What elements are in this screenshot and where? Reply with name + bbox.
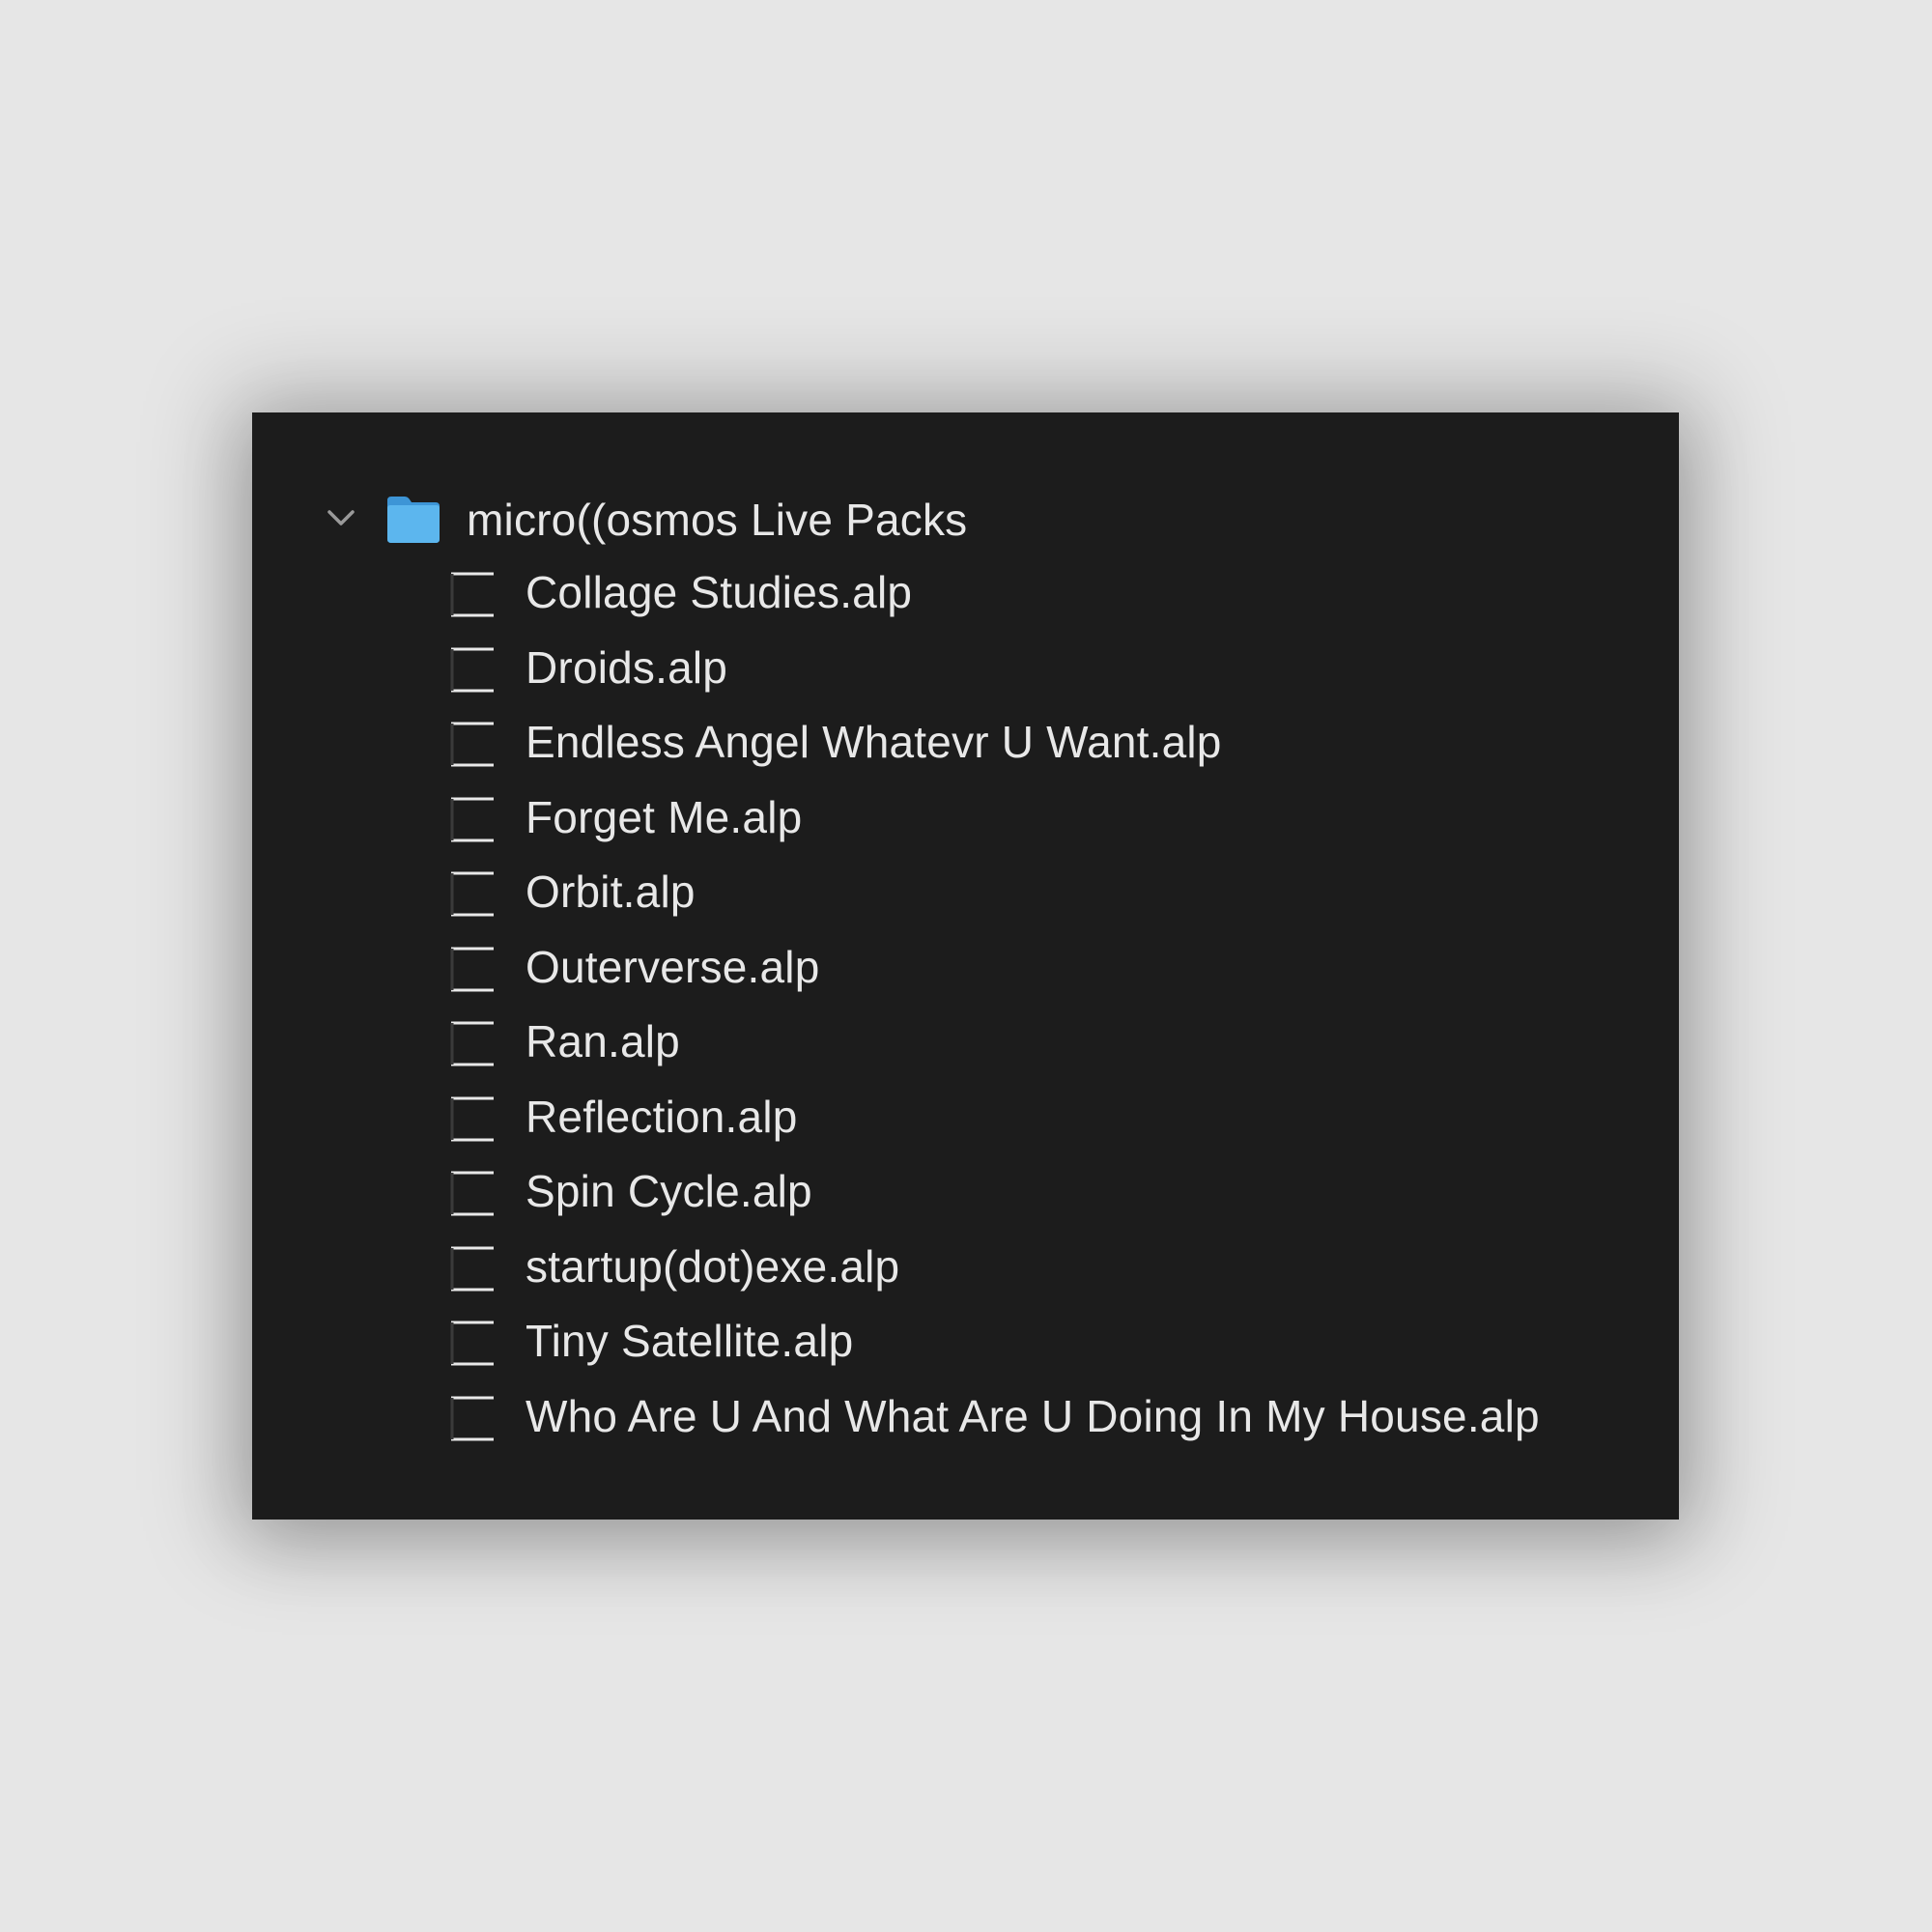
file-name: Spin Cycle.alp	[526, 1166, 812, 1216]
file-name: Who Are U And What Are U Doing In My Hou…	[526, 1390, 1540, 1441]
file-name: Droids.alp	[526, 641, 728, 693]
file-name: Reflection.alp	[526, 1091, 798, 1142]
file-name: startup(dot)exe.alp	[526, 1240, 900, 1292]
file-row[interactable]: startup(dot)exe.alp	[252, 1234, 1679, 1309]
folder-icon	[387, 497, 440, 543]
file-row[interactable]: Collage Studies.alp	[252, 559, 1679, 635]
file-tree-panel: micro((osmos Live Packs Collage Studies.…	[252, 412, 1679, 1520]
folder-row[interactable]: micro((osmos Live Packs	[252, 485, 1679, 554]
file-name: Ran.alp	[526, 1016, 680, 1066]
document-icon	[450, 1021, 494, 1066]
document-icon	[450, 572, 494, 617]
file-name: Tiny Satellite.alp	[526, 1316, 854, 1366]
file-row[interactable]: Who Are U And What Are U Doing In My Hou…	[252, 1383, 1679, 1459]
folder-name: micro((osmos Live Packs	[467, 495, 968, 545]
file-name: Endless Angel Whatevr U Want.alp	[526, 717, 1222, 767]
file-name: Outerverse.alp	[526, 941, 820, 992]
file-row[interactable]: Spin Cycle.alp	[252, 1158, 1679, 1234]
file-name: Collage Studies.alp	[526, 567, 913, 617]
document-icon	[450, 871, 494, 917]
file-list: Collage Studies.alp Droids.alp Endless Ang…	[252, 559, 1679, 1458]
file-row[interactable]: Orbit.alp	[252, 859, 1679, 934]
document-icon	[450, 1321, 494, 1366]
document-icon	[450, 797, 494, 841]
file-row[interactable]: Reflection.alp	[252, 1084, 1679, 1159]
file-row[interactable]: Outerverse.alp	[252, 934, 1679, 1009]
document-icon	[450, 1096, 494, 1141]
file-row[interactable]: Droids.alp	[252, 635, 1679, 710]
document-icon	[450, 1246, 494, 1291]
file-row[interactable]: Tiny Satellite.alp	[252, 1308, 1679, 1383]
document-icon	[450, 947, 494, 991]
file-row[interactable]: Ran.alp	[252, 1009, 1679, 1084]
document-icon	[450, 1171, 494, 1216]
document-icon	[450, 647, 494, 692]
document-icon	[450, 722, 494, 767]
document-icon	[450, 1396, 494, 1440]
file-name: Orbit.alp	[526, 867, 696, 917]
file-row[interactable]: Forget Me.alp	[252, 784, 1679, 860]
file-name: Forget Me.alp	[526, 791, 803, 842]
chevron-down-icon[interactable]	[322, 498, 360, 537]
file-row[interactable]: Endless Angel Whatevr U Want.alp	[252, 709, 1679, 784]
